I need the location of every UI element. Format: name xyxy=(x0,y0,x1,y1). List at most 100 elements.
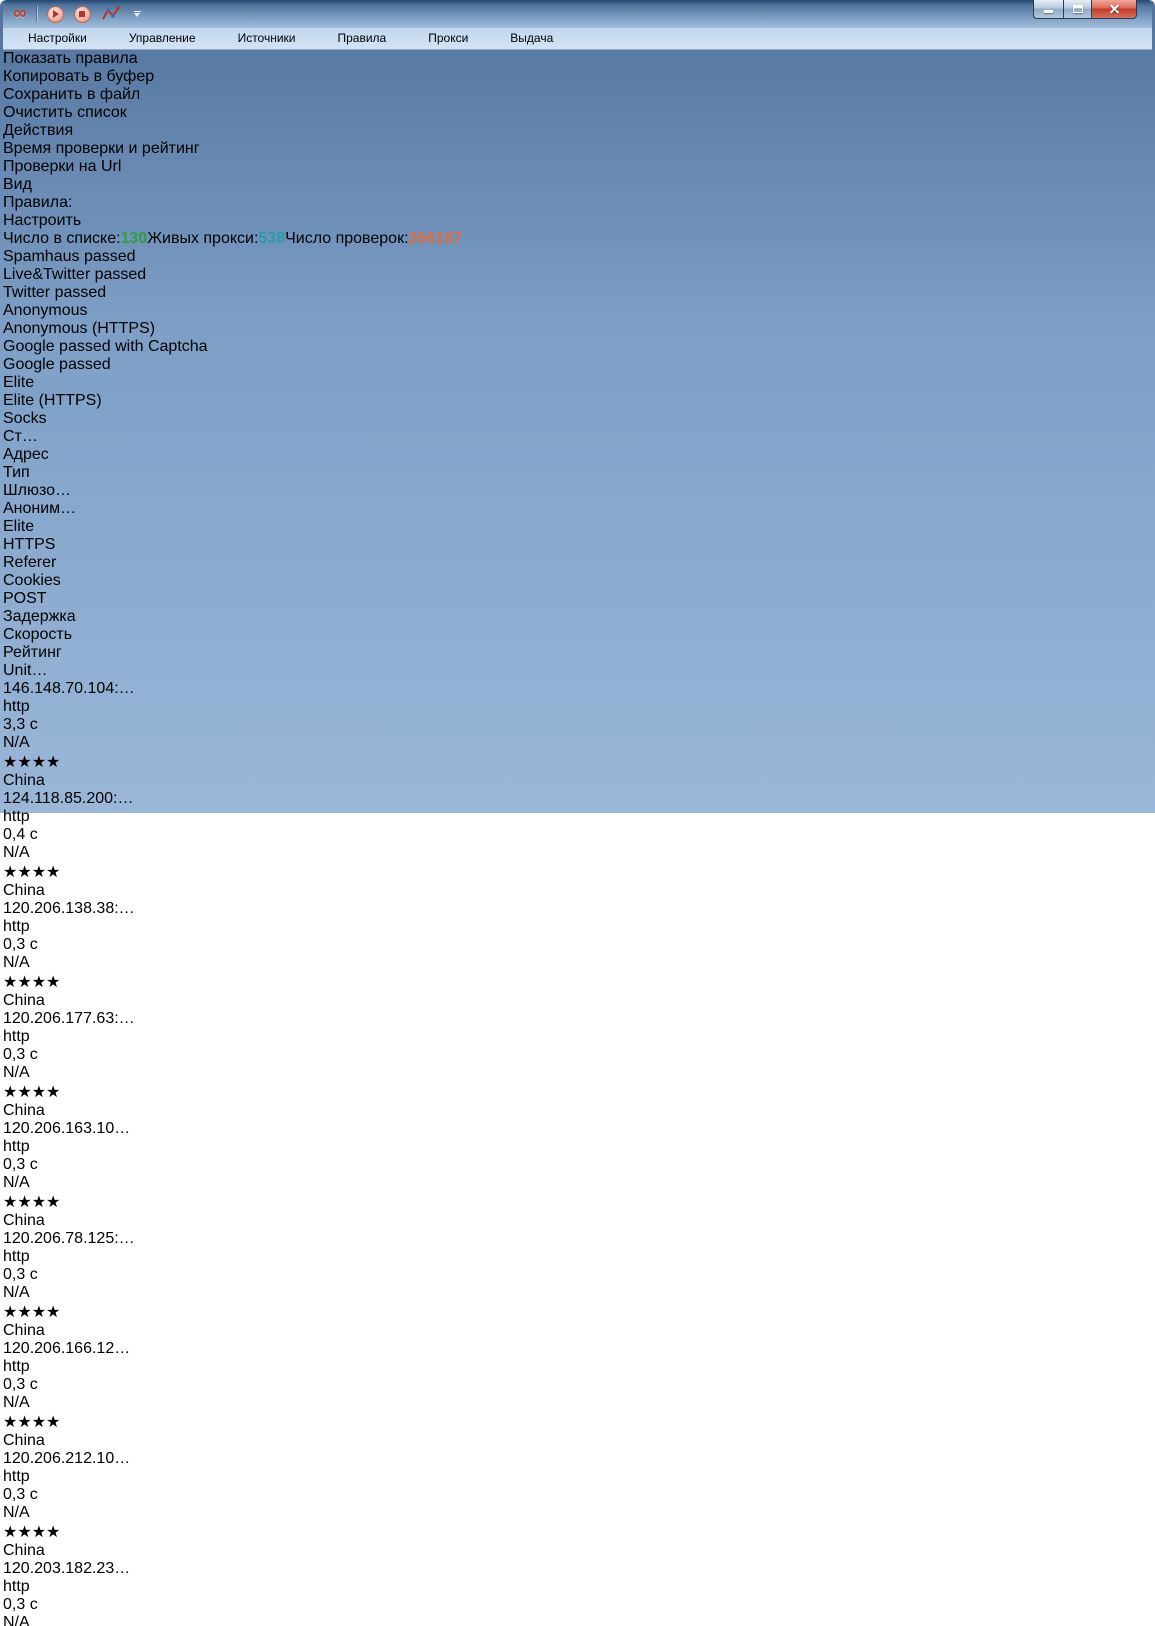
ribbon-button[interactable]: Очистить список xyxy=(3,104,1152,122)
ribbon-group-actions: Показать правилаКопировать в буферСохран… xyxy=(3,50,1152,140)
rule-item[interactable]: Live&Twitter passed xyxy=(3,266,1152,284)
delay-cell: 0,3 с xyxy=(3,1266,1152,1284)
rating-cell: ★★★★ xyxy=(3,1522,1152,1542)
rating-stars: ★★★★ xyxy=(3,754,60,771)
rule-item[interactable]: Anonymous (HTTPS) xyxy=(3,320,1152,338)
chevron-down-icon xyxy=(134,13,140,17)
tab-bar: НастройкиУправлениеИсточникиПравилаПрокс… xyxy=(7,28,574,49)
rule-label: Elite xyxy=(3,374,34,391)
column-header-POST[interactable]: POST xyxy=(3,590,1152,608)
type-cell: http xyxy=(3,1578,1152,1596)
rule-label: Elite (HTTPS) xyxy=(3,392,102,409)
address-cell: 120.206.212.10… xyxy=(3,1450,1152,1468)
stat-value: 130 xyxy=(121,230,148,247)
delay-cell: 0,3 с xyxy=(3,936,1152,954)
qat-dropdown-button[interactable] xyxy=(131,7,144,21)
main-area: Spamhaus passedLive&Twitter passedTwitte… xyxy=(3,248,1152,1626)
address-cell: 146.148.70.104:… xyxy=(3,680,1152,698)
view-option-label: Проверки на Url xyxy=(3,158,121,175)
rule-item[interactable]: Google passed with Captcha xyxy=(3,338,1152,356)
maximize-button[interactable] xyxy=(1063,0,1091,19)
speed-cell: N/A xyxy=(3,734,1152,752)
graph-button[interactable] xyxy=(101,6,121,22)
title-bar: ∞ xyxy=(3,0,1152,28)
rating-cell: ★★★★ xyxy=(3,1192,1152,1212)
tab-Источники[interactable]: Источники xyxy=(217,28,317,49)
address-cell: 120.206.166.12… xyxy=(3,1340,1152,1358)
rule-item[interactable]: Spamhaus passed xyxy=(3,248,1152,266)
proxy-row[interactable]: China120.206.166.12…http0,3 сN/A★★★★ xyxy=(3,1322,1152,1432)
country-cell: China xyxy=(3,1212,1152,1230)
tab-Выдача[interactable]: Выдача xyxy=(489,28,574,49)
tab-Прокси[interactable]: Прокси xyxy=(407,28,489,49)
column-header-Referer[interactable]: Referer xyxy=(3,554,1152,572)
rule-item[interactable]: Anonymous xyxy=(3,302,1152,320)
proxy-row[interactable]: Unit…146.148.70.104:…http3,3 сN/A★★★★ xyxy=(3,662,1152,772)
column-header-HTTPS[interactable]: HTTPS xyxy=(3,536,1152,554)
column-header-Рейтинг[interactable]: Рейтинг xyxy=(3,644,1152,662)
type-cell: http xyxy=(3,808,1152,826)
speed-cell: N/A xyxy=(3,844,1152,862)
ribbon-button[interactable]: Копировать в буфер xyxy=(3,68,1152,86)
proxy-row[interactable]: China120.203.182.23…http0,3 сN/A★★★★ xyxy=(3,1542,1152,1626)
proxy-row[interactable]: China120.206.212.10…http0,3 сN/A★★★★ xyxy=(3,1432,1152,1542)
start-check-button[interactable] xyxy=(47,6,64,23)
rule-item[interactable]: Google passed xyxy=(3,356,1152,374)
country-cell: China xyxy=(3,1322,1152,1340)
rule-item[interactable]: Elite (HTTPS) xyxy=(3,392,1152,410)
stats-row: Число в списке:130Живых прокси:538Число … xyxy=(3,230,1152,248)
ribbon-button-label: Копировать в буфер xyxy=(3,68,154,85)
delay-cell: 0,3 с xyxy=(3,1376,1152,1394)
rating-cell: ★★★★ xyxy=(3,862,1152,882)
group-label-actions: Действия xyxy=(3,122,1152,140)
stat-value: 266187 xyxy=(409,230,462,247)
rating-cell: ★★★★ xyxy=(3,1082,1152,1102)
ribbon-button-label: Сохранить в файл xyxy=(3,86,140,103)
ribbon-button-label: Очистить список xyxy=(3,104,127,121)
proxy-row[interactable]: China120.206.177.63:…http0,3 сN/A★★★★ xyxy=(3,992,1152,1102)
rule-label: Anonymous xyxy=(3,302,88,319)
ribbon-button[interactable]: Сохранить в файл xyxy=(3,86,1152,104)
column-header-Тип[interactable]: Тип xyxy=(3,464,1152,482)
rule-item[interactable]: Socks xyxy=(3,410,1152,428)
column-header-Аноним…[interactable]: Аноним… xyxy=(3,500,1152,518)
rule-item[interactable]: Twitter passed xyxy=(3,284,1152,302)
ribbon-button[interactable]: Показать правила xyxy=(3,50,1152,68)
proxy-row[interactable]: China120.206.78.125:…http0,3 сN/A★★★★ xyxy=(3,1212,1152,1322)
minimize-button[interactable] xyxy=(1033,0,1063,19)
address-cell: 120.206.163.10… xyxy=(3,1120,1152,1138)
column-header-Скорость[interactable]: Скорость xyxy=(3,626,1152,644)
configure-rules-button[interactable]: Настроить xyxy=(3,212,1152,230)
rating-stars: ★★★★ xyxy=(3,864,60,881)
proxy-row[interactable]: China120.206.163.10…http0,3 сN/A★★★★ xyxy=(3,1102,1152,1212)
country-cell: China xyxy=(3,1542,1152,1560)
tab-Управление[interactable]: Управление xyxy=(108,28,217,49)
close-button[interactable] xyxy=(1091,0,1137,19)
rule-item[interactable]: Elite xyxy=(3,374,1152,392)
column-header-Шлюзо…[interactable]: Шлюзо… xyxy=(3,482,1152,500)
country-cell: China xyxy=(3,772,1152,790)
type-cell: http xyxy=(3,1138,1152,1156)
view-option[interactable]: Проверки на Url xyxy=(3,158,1152,176)
country-cell: China xyxy=(3,882,1152,900)
column-header-Elite[interactable]: Elite xyxy=(3,518,1152,536)
column-header-Задержка[interactable]: Задержка xyxy=(3,608,1152,626)
type-cell: http xyxy=(3,1468,1152,1486)
speed-cell: N/A xyxy=(3,1064,1152,1082)
rules-list: Spamhaus passedLive&Twitter passedTwitte… xyxy=(3,248,1152,428)
ribbon-group-view: Время проверки и рейтингПроверки на Url … xyxy=(3,140,1152,194)
column-header-Cookies[interactable]: Cookies xyxy=(3,572,1152,590)
column-header-Ст…[interactable]: Ст… xyxy=(3,428,1152,446)
view-option-label: Время проверки и рейтинг xyxy=(3,140,200,157)
column-header-Адрес[interactable]: Адрес xyxy=(3,446,1152,464)
country-cell: Unit… xyxy=(3,662,1152,680)
proxy-row[interactable]: China124.118.85.200:…http0,4 сN/A★★★★ xyxy=(3,772,1152,882)
stop-check-button[interactable] xyxy=(74,6,91,23)
rating-cell: ★★★★ xyxy=(3,752,1152,772)
ribbon: Показать правилаКопировать в буферСохран… xyxy=(3,50,1152,194)
tab-Правила[interactable]: Правила xyxy=(317,28,408,49)
proxy-row[interactable]: China120.206.138.38:…http0,3 сN/A★★★★ xyxy=(3,882,1152,992)
view-option[interactable]: Время проверки и рейтинг xyxy=(3,140,1152,158)
tab-Настройки[interactable]: Настройки xyxy=(7,28,108,49)
stop-icon xyxy=(79,11,85,17)
